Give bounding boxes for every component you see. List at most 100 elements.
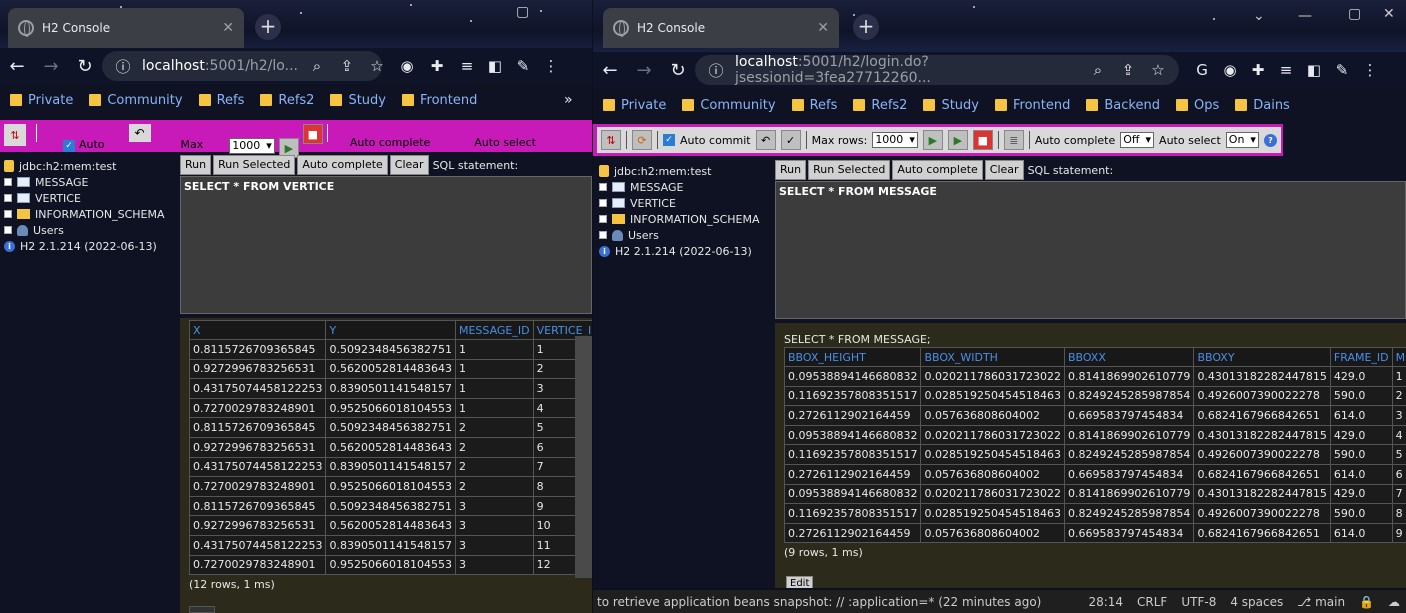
bookmark-community[interactable]: Community — [89, 93, 183, 108]
stop-icon[interactable]: ■ — [972, 130, 993, 150]
refresh-icon[interactable]: ⟳ — [632, 130, 652, 150]
auto-complete-button[interactable]: Auto complete — [892, 160, 983, 180]
forward-icon[interactable]: → — [627, 60, 661, 81]
rollback-button[interactable]: ↶ — [128, 124, 151, 142]
auto-complete-select[interactable]: Off ▾ — [1120, 132, 1155, 148]
tree-item-information-schema[interactable]: INFORMATION_SCHEMA — [599, 211, 760, 227]
column-header[interactable]: Y — [325, 320, 456, 340]
profile-icon[interactable]: ✎ — [512, 57, 534, 75]
tree-item-message[interactable]: MESSAGE — [4, 174, 165, 190]
expand-icon[interactable] — [599, 231, 607, 239]
column-header[interactable]: MESSAGE_ID — [1391, 347, 1406, 367]
auto-complete-button[interactable]: Auto complete — [297, 155, 388, 175]
expand-icon[interactable] — [599, 215, 607, 223]
bookmark-study[interactable]: Study — [330, 93, 386, 108]
maximize-icon[interactable]: ▢ — [1348, 6, 1361, 22]
column-header[interactable]: BBOXX — [1063, 347, 1195, 367]
reload-icon[interactable]: ↻ — [68, 56, 102, 77]
lock-icon[interactable]: 🔒 — [1359, 595, 1374, 609]
disconnect-icon[interactable]: ⇅ — [601, 130, 621, 150]
back-icon[interactable]: ← — [593, 60, 627, 81]
tree-item-users[interactable]: Users — [4, 222, 165, 238]
sql-editor[interactable]: SELECT * FROM MESSAGE — [775, 181, 1406, 319]
media-icon[interactable]: ≡ — [1275, 61, 1297, 79]
bookmark-study[interactable]: Study — [923, 98, 979, 113]
bookmark-private[interactable]: Private — [603, 98, 666, 113]
expand-icon[interactable] — [599, 183, 607, 191]
notification-icon[interactable]: ☁ — [1388, 595, 1400, 609]
run-selected-button[interactable]: Run Selected — [808, 160, 891, 180]
extension-icon[interactable]: ◉ — [1219, 61, 1241, 79]
bookmark-dains[interactable]: Dains — [1235, 98, 1290, 113]
tab-search-icon[interactable]: ⌄ — [1253, 8, 1265, 24]
bookmark-private[interactable]: Private — [10, 93, 73, 108]
new-tab-button[interactable]: + — [853, 14, 879, 40]
rollback-icon[interactable]: ↶ — [755, 130, 776, 150]
puzzle-icon[interactable]: ✚ — [1247, 61, 1269, 79]
auto-commit-checkbox[interactable]: ✓ — [663, 134, 675, 146]
commit-icon[interactable]: ✓ — [780, 130, 801, 150]
bookmark-ops[interactable]: Ops — [1175, 98, 1219, 113]
expand-icon[interactable] — [599, 199, 607, 207]
run-button[interactable]: Run — [180, 155, 212, 175]
expand-icon[interactable] — [4, 178, 12, 186]
minimize-icon[interactable]: — — [1298, 8, 1312, 24]
extension-icon[interactable]: ◉ — [396, 57, 418, 75]
run-selected-button[interactable]: Run Selected — [213, 155, 296, 175]
close-tab-icon[interactable]: ✕ — [817, 20, 829, 36]
search-icon[interactable]: ⌕ — [1087, 61, 1109, 79]
edit-button[interactable] — [189, 606, 215, 613]
column-header[interactable]: BBOX_WIDTH — [920, 347, 1065, 367]
translate-icon[interactable]: G — [1191, 61, 1213, 79]
clear-button[interactable]: Clear — [984, 160, 1024, 180]
address-bar[interactable]: ⓘ localhost:5001/h2/lo... ⌕ ⇪ ☆ — [102, 51, 384, 81]
clear-button[interactable]: Clear — [389, 155, 429, 175]
media-icon[interactable]: ≡ — [456, 57, 478, 75]
bookmark-backend[interactable]: Backend — [1086, 98, 1160, 113]
run-button[interactable]: Run — [775, 160, 807, 180]
bookmark-refs2[interactable]: Refs2 — [260, 93, 314, 108]
new-tab-button[interactable]: + — [255, 14, 281, 40]
expand-icon[interactable] — [4, 194, 12, 202]
address-bar[interactable]: ⓘ localhost:5001/h2/login.do?jsessionid=… — [695, 54, 1179, 86]
menu-icon[interactable]: ⋮ — [540, 57, 562, 75]
bookmark-refs2[interactable]: Refs2 — [853, 98, 907, 113]
puzzle-icon[interactable]: ✚ — [426, 57, 448, 75]
bookmark-frontend[interactable]: Frontend — [402, 93, 477, 108]
cursor-position[interactable]: 28:14 — [1088, 595, 1123, 609]
profile-icon[interactable]: ✎ — [1331, 61, 1353, 79]
max-rows-select[interactable]: 1000 ▾ — [229, 138, 275, 154]
file-encoding[interactable]: UTF-8 — [1181, 595, 1216, 609]
share-icon[interactable]: ⇪ — [1117, 61, 1139, 79]
close-tab-icon[interactable]: ✕ — [222, 20, 234, 36]
auto-select-select[interactable]: On ▾ — [1225, 132, 1259, 148]
column-header[interactable]: BBOXY — [1193, 347, 1331, 367]
indent-setting[interactable]: 4 spaces — [1230, 595, 1283, 609]
scrollbar[interactable] — [575, 336, 592, 578]
bookmark-frontend[interactable]: Frontend — [995, 98, 1070, 113]
column-header[interactable]: X — [188, 320, 327, 340]
tab-h2-console[interactable]: H2 Console ✕ — [8, 8, 244, 48]
sql-editor[interactable]: SELECT * FROM VERTICE — [180, 176, 592, 314]
share-icon[interactable]: ⇪ — [336, 57, 358, 75]
history-icon[interactable]: ≣ — [1003, 130, 1024, 150]
more-bookmarks-icon[interactable]: » — [564, 92, 573, 108]
sidepanel-icon[interactable]: ◧ — [1303, 61, 1325, 79]
disconnect-button[interactable]: ⇅ — [4, 124, 26, 146]
run-selected-icon[interactable]: ▶ — [947, 130, 968, 150]
tree-db[interactable]: jdbc:h2:mem:test — [599, 163, 760, 179]
forward-icon[interactable]: → — [34, 56, 68, 77]
tree-item-message[interactable]: MESSAGE — [599, 179, 760, 195]
expand-icon[interactable] — [4, 226, 12, 234]
sidepanel-icon[interactable]: ◧ — [484, 57, 506, 75]
help-icon[interactable]: ? — [1263, 133, 1277, 147]
close-window-icon[interactable]: ✕ — [1383, 6, 1395, 22]
edit-button[interactable]: Edit — [786, 576, 814, 588]
reload-icon[interactable]: ↻ — [661, 60, 695, 81]
bookmark-refs[interactable]: Refs — [198, 93, 244, 108]
maximize-icon[interactable]: ▢ — [516, 4, 529, 20]
column-header[interactable]: MESSAGE_ID — [454, 320, 534, 340]
back-icon[interactable]: ← — [0, 56, 34, 77]
bookmark-community[interactable]: Community — [682, 98, 776, 113]
line-ending[interactable]: CRLF — [1137, 595, 1167, 609]
